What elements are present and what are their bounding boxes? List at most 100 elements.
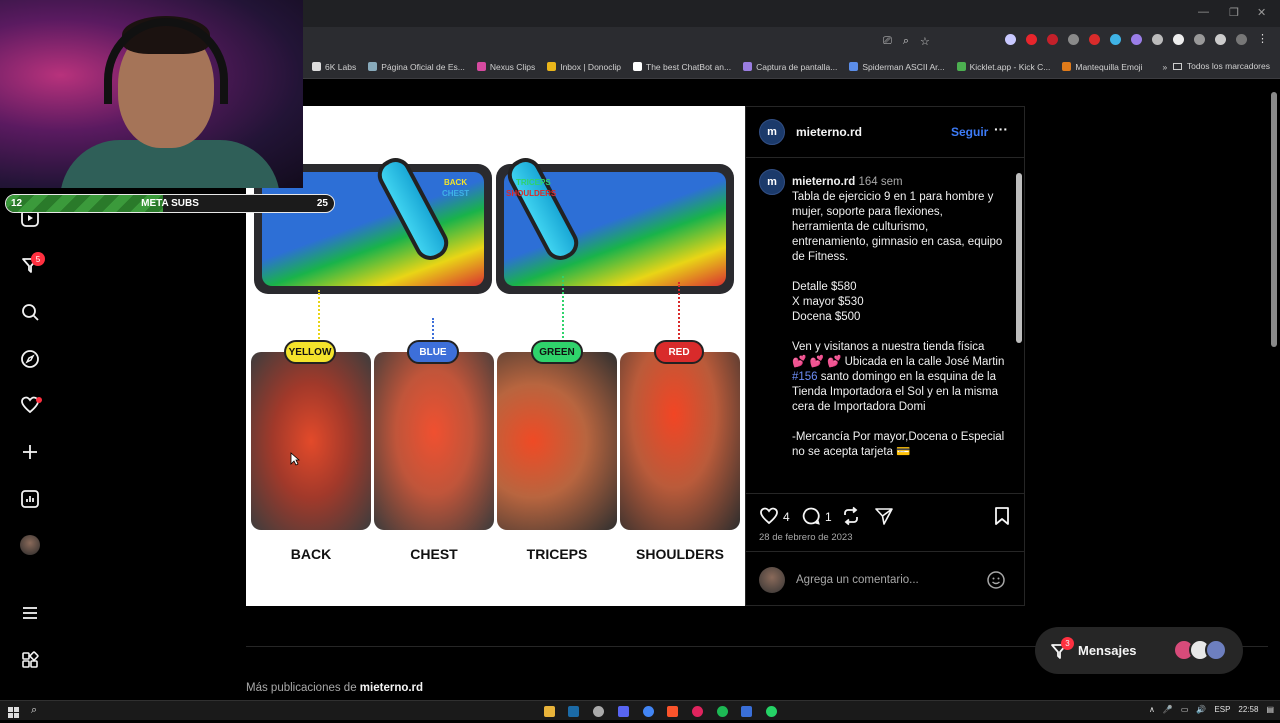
discord-icon[interactable]: [618, 706, 629, 717]
kebab-menu-icon[interactable]: ⋮: [1257, 34, 1268, 45]
follow-button[interactable]: Seguir: [951, 125, 988, 139]
bookmark-label: Captura de pantalla...: [756, 61, 838, 72]
profile-avatar[interactable]: [19, 534, 41, 556]
extension-icon[interactable]: [1068, 34, 1079, 45]
bookmark[interactable]: Nexus Clips: [476, 61, 536, 72]
clock[interactable]: 22:58: [1238, 705, 1258, 714]
post-header: m mieterno.rd Seguir ···: [746, 107, 1024, 158]
extension-icon[interactable]: [1026, 34, 1037, 45]
search-icon[interactable]: [19, 301, 41, 323]
menu-icon[interactable]: [19, 602, 41, 624]
emoji-icon[interactable]: [986, 570, 1006, 595]
bookmark[interactable]: Kicklet.app - Kick C...: [956, 62, 1050, 72]
extension-icon[interactable]: [1005, 34, 1016, 45]
hashtag-link[interactable]: #156: [792, 371, 818, 383]
bookmark[interactable]: Spiderman ASCII Ar...: [849, 61, 945, 72]
extensions-bar: ⋮: [1005, 34, 1268, 45]
create-icon[interactable]: [19, 441, 41, 463]
file-explorer-icon[interactable]: [544, 706, 555, 717]
comments-count[interactable]: 1: [825, 510, 832, 524]
more-apps-icon[interactable]: [19, 649, 41, 671]
board-label-shoulders: SHOULDERS: [506, 189, 557, 198]
minimize-icon[interactable]: —: [1198, 6, 1209, 18]
post-image[interactable]: BACK CHEST TRICEPS SHOULDERS YELLOW BLUE…: [246, 106, 745, 606]
restore-icon[interactable]: ❐: [1229, 6, 1239, 19]
caption-scrollbar[interactable]: [1016, 161, 1022, 491]
windows-start-icon[interactable]: [8, 705, 19, 723]
caption-username[interactable]: mieterno.rd: [792, 176, 855, 188]
muscle-label-triceps: TRICEPS: [526, 546, 588, 562]
post-actions: 4 1 28 de febrero de 2023: [746, 493, 1024, 551]
bookmark[interactable]: Mantequilla Emoji: [1062, 62, 1142, 72]
taskbar-search-icon[interactable]: ⌕: [31, 704, 37, 717]
bookmark-star-icon[interactable]: ☆: [920, 35, 930, 48]
bookmark[interactable]: Captura de pantalla...: [743, 62, 837, 72]
extension-icon[interactable]: [1194, 34, 1205, 45]
repost-icon[interactable]: [841, 506, 861, 529]
cast-icon[interactable]: ⎚: [883, 35, 892, 48]
volume-icon[interactable]: 🔊: [1196, 705, 1206, 714]
author-username[interactable]: mieterno.rd: [796, 125, 862, 139]
extension-icon[interactable]: [1173, 34, 1184, 45]
bookmark[interactable]: 6K Labs: [312, 62, 356, 72]
extension-icon[interactable]: [1110, 34, 1121, 45]
steam-icon[interactable]: [568, 706, 579, 717]
chrome-icon[interactable]: [643, 706, 654, 717]
puzzle-icon[interactable]: [1215, 34, 1226, 45]
bookmark-favicon-icon: [849, 62, 859, 71]
zoom-icon[interactable]: ⌕: [903, 35, 909, 48]
microphone-icon[interactable]: 🎤: [1163, 705, 1173, 714]
page-scrollbar[interactable]: [1271, 84, 1277, 698]
caption-scroll-thumb[interactable]: [1016, 173, 1022, 343]
tray-chevron-icon[interactable]: ∧: [1149, 705, 1155, 714]
extension-icon[interactable]: [1152, 34, 1163, 45]
bookmark[interactable]: Página Oficial de Es...: [368, 62, 465, 72]
explore-icon[interactable]: [19, 348, 41, 370]
save-icon[interactable]: [992, 506, 1012, 529]
comment-icon[interactable]: [801, 506, 821, 529]
author-avatar[interactable]: m: [759, 119, 785, 145]
share-icon[interactable]: [874, 506, 894, 529]
language-indicator[interactable]: ESP: [1214, 705, 1230, 714]
bookmark-favicon-icon: [547, 62, 557, 71]
bookmark-favicon-icon: [312, 62, 321, 71]
windows-taskbar: ⌕ ∧ 🎤 ▭ 🔊 ESP 22:58 ▤: [0, 700, 1280, 720]
caption-avatar[interactable]: m: [759, 169, 785, 195]
caption-scroll-area[interactable]: m mieterno.rd 164 sem Tabla de ejercicio…: [746, 159, 1024, 493]
notifications-icon[interactable]: ▤: [1266, 705, 1274, 714]
bookmark[interactable]: Inbox | Donoclip: [547, 62, 621, 72]
bookmarks-overflow-button[interactable]: »: [1162, 62, 1167, 72]
muscle-photo-shoulders: [620, 352, 740, 530]
comment-input[interactable]: Agrega un comentario...: [796, 574, 919, 586]
extension-icon[interactable]: [1131, 34, 1142, 45]
more-posts-user-link[interactable]: mieterno.rd: [360, 682, 423, 694]
caption-text: Tabla de ejercicio 9 en 1 para hombre y …: [792, 191, 1003, 353]
bookmark-label: Nexus Clips: [489, 61, 536, 72]
conversation-avatar: [1205, 639, 1227, 661]
media-player-icon[interactable]: [692, 706, 703, 717]
all-bookmarks-button[interactable]: Todos los marcadores: [1172, 61, 1270, 71]
extension-icon[interactable]: [1089, 34, 1100, 45]
muscle-pill-green: GREEN: [531, 340, 583, 364]
app-icon[interactable]: [741, 706, 752, 717]
network-icon[interactable]: ▭: [1181, 705, 1189, 714]
spotify-icon[interactable]: [717, 706, 728, 717]
likes-count[interactable]: 4: [783, 510, 790, 524]
messages-button[interactable]: 3 Mensajes: [1035, 627, 1243, 674]
bookmark[interactable]: The best ChatBot an...: [633, 62, 731, 72]
like-icon[interactable]: [759, 506, 779, 529]
board-label-chest: CHEST: [442, 189, 470, 198]
bookmark-label: Spiderman ASCII Ar...: [862, 61, 945, 72]
profile-icon[interactable]: [1236, 34, 1247, 45]
bookmark-label: The best ChatBot an...: [646, 61, 732, 72]
caption-age: 164 sem: [858, 176, 903, 188]
whatsapp-icon[interactable]: [766, 706, 777, 717]
brave-icon[interactable]: [667, 706, 678, 717]
page-scroll-thumb[interactable]: [1271, 92, 1277, 347]
close-window-icon[interactable]: ✕: [1257, 6, 1266, 19]
app-icon[interactable]: [593, 706, 604, 717]
more-options-icon[interactable]: ···: [994, 121, 1008, 137]
adblock-icon[interactable]: [1047, 34, 1058, 45]
dashboard-icon[interactable]: [19, 488, 41, 510]
bookmark-label: Página Oficial de Es...: [381, 61, 465, 72]
